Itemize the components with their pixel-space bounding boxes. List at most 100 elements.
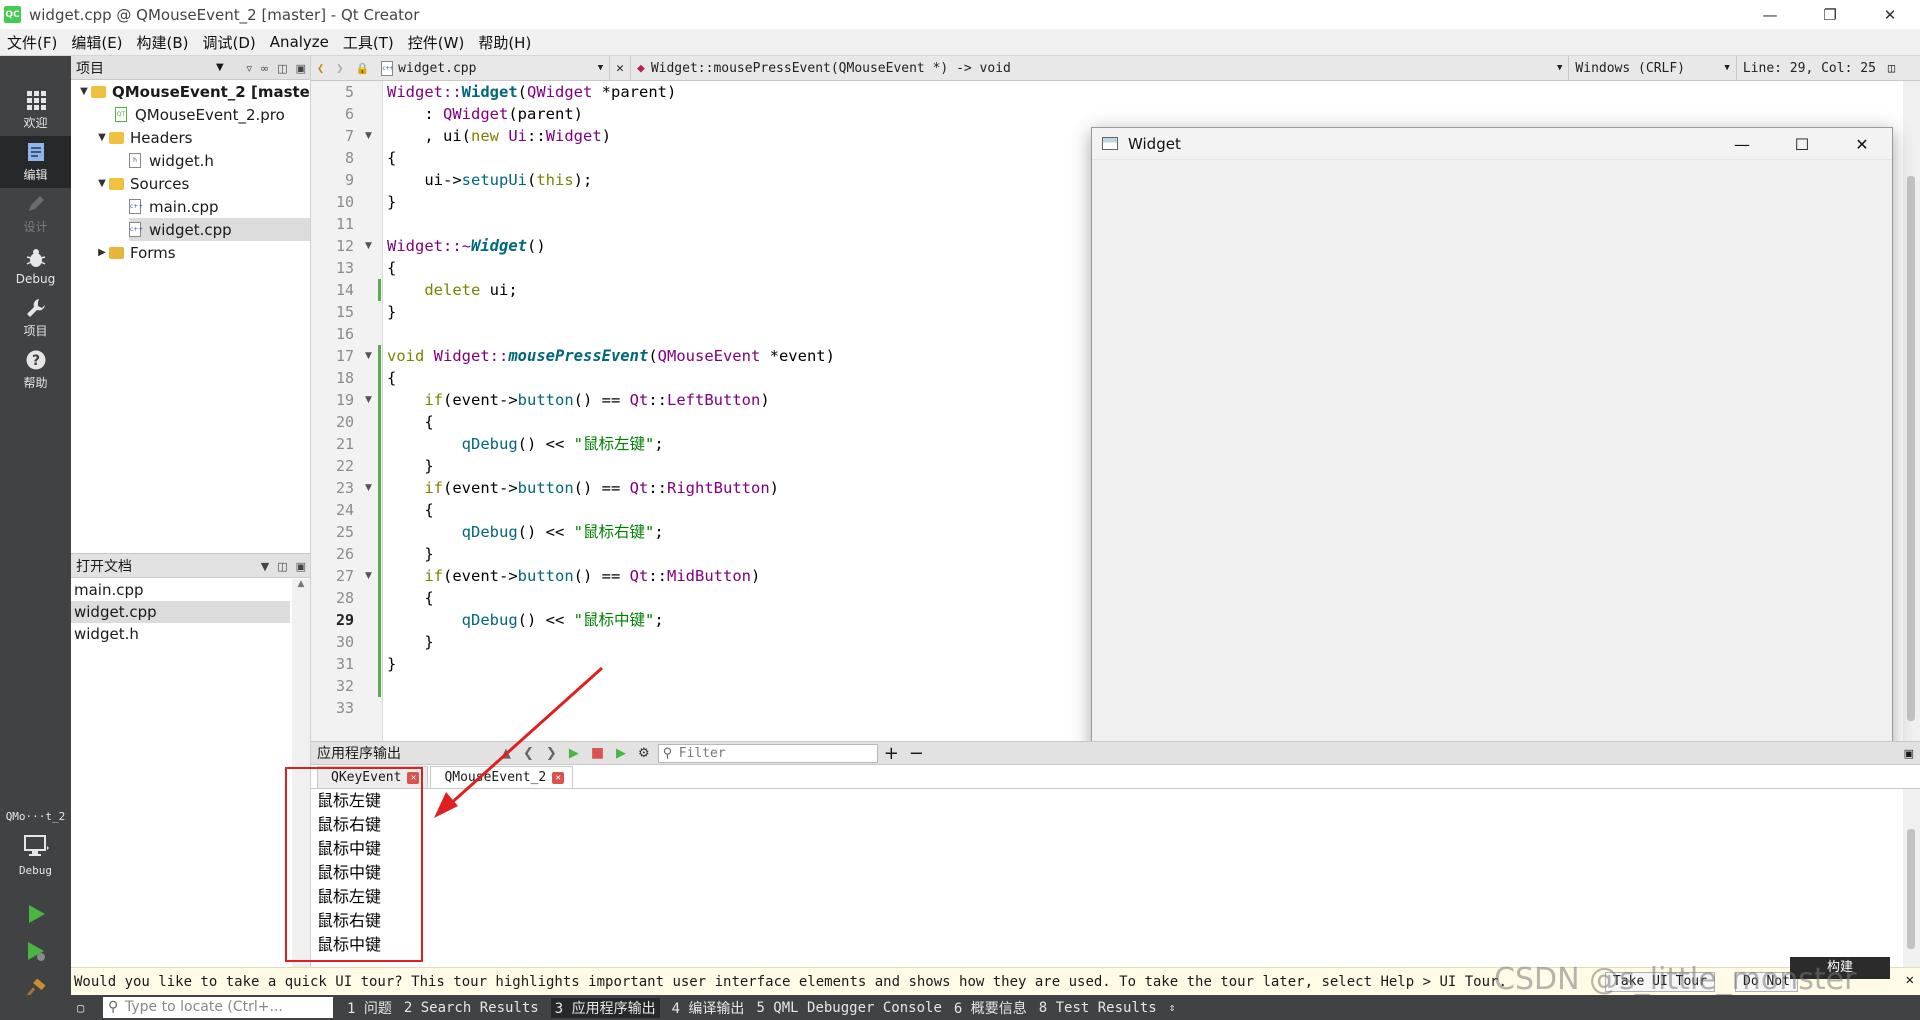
menu-build[interactable]: 构建(B) xyxy=(130,32,196,53)
mode-welcome[interactable]: 欢迎 xyxy=(0,84,71,136)
mode-projects[interactable]: 项目 xyxy=(0,292,71,344)
fold-marker-icon[interactable]: ▼ xyxy=(365,565,372,587)
output-tab-qmouseevent[interactable]: QMouseEvent_2 ✕ xyxy=(430,766,574,788)
close-infobar-icon[interactable]: ✕ xyxy=(1906,972,1914,988)
fold-marker-icon[interactable]: ▼ xyxy=(365,389,372,411)
zoom-in-icon[interactable]: + xyxy=(884,743,899,764)
line-ending-selector[interactable]: Windows (CRLF) xyxy=(1568,55,1718,81)
symbol-selector[interactable]: ◆ Widget::mousePressEvent(QMouseEvent *)… xyxy=(631,56,1551,81)
fold-marker-icon[interactable]: ▼ xyxy=(365,345,372,367)
scroll-up-icon[interactable]: ▲ xyxy=(292,579,310,589)
scrollbar-thumb[interactable] xyxy=(1907,829,1915,949)
tree-folder-headers[interactable]: ▼ Headers xyxy=(95,126,192,149)
menu-analyze[interactable]: Analyze xyxy=(263,33,336,51)
widget-client-area[interactable] xyxy=(1092,161,1892,762)
pane-compile-output[interactable]: 4 编译输出 xyxy=(672,998,745,1018)
code-line-current: qDebug() << "鼠标中键"; xyxy=(461,611,664,629)
menu-tools[interactable]: 工具(T) xyxy=(336,32,401,53)
menu-file[interactable]: 文件(F) xyxy=(0,32,64,53)
restore-button[interactable]: ❐ xyxy=(1800,0,1860,29)
rerun-icon[interactable]: ▶ xyxy=(569,746,579,761)
split-icon[interactable]: ◫ xyxy=(277,62,287,75)
maximize-pane-icon[interactable]: ▣ xyxy=(1904,747,1914,760)
widget-close-button[interactable]: ✕ xyxy=(1832,128,1892,160)
widget-maximize-button[interactable]: ☐ xyxy=(1772,128,1832,160)
tree-item-widget-h[interactable]: h widget.h xyxy=(129,149,214,172)
expand-arrow-icon[interactable]: ▼ xyxy=(95,178,109,189)
doc-item-main-cpp[interactable]: main.cpp xyxy=(71,579,290,601)
tree-item-widget-cpp[interactable]: c++ widget.cpp xyxy=(129,218,310,241)
mode-edit[interactable]: 编辑 xyxy=(0,136,71,188)
locator-input[interactable]: ⚲ Type to locate (Ctrl+... xyxy=(103,997,333,1018)
tree-item-pro[interactable]: QT QMouseEvent_2.pro xyxy=(115,103,285,126)
split-editor-icon[interactable]: ◫ xyxy=(1882,56,1901,81)
chevron-down-icon[interactable]: ▼ xyxy=(1551,56,1568,81)
fold-marker-icon[interactable]: ▼ xyxy=(365,235,372,257)
debug-run-button[interactable] xyxy=(0,934,71,970)
split-icon[interactable]: ◫ xyxy=(277,560,287,573)
pane-more-icon[interactable]: ⇕ xyxy=(1169,1001,1176,1014)
close-panel-icon[interactable]: ▣ xyxy=(296,560,306,573)
tree-item-main-cpp[interactable]: c++ main.cpp xyxy=(129,195,219,218)
zoom-out-icon[interactable]: − xyxy=(909,743,924,764)
forward-icon[interactable]: ❯ xyxy=(330,56,349,81)
mode-label: 设计 xyxy=(23,220,48,234)
link-icon[interactable]: ∞ xyxy=(260,62,269,75)
panel-dropdown-icon[interactable]: ▼ xyxy=(216,62,224,73)
next-icon[interactable]: ❯ xyxy=(546,746,557,761)
widget-minimize-button[interactable]: — xyxy=(1712,128,1772,160)
doc-item-widget-h[interactable]: widget.h xyxy=(71,623,290,645)
file-selector[interactable]: c++ widget.cpp ▼ xyxy=(375,55,611,81)
fold-marker-icon[interactable]: ▼ xyxy=(365,125,372,147)
mode-design[interactable]: 设计 xyxy=(0,188,71,240)
application-output[interactable]: 鼠标左键 鼠标右键 鼠标中键 鼠标中键 鼠标左键 鼠标右键 鼠标中键 xyxy=(311,789,1920,967)
expand-arrow-icon[interactable]: ▼ xyxy=(95,132,109,143)
run-button[interactable] xyxy=(0,896,71,932)
tree-project-root[interactable]: ▼ QMouseEvent_2 [master] xyxy=(77,80,324,103)
panel-dropdown-icon[interactable]: ▼ xyxy=(261,560,269,573)
settings-gear-icon[interactable]: ⚙ xyxy=(638,746,650,761)
attach-icon[interactable]: ▲ xyxy=(501,746,511,761)
code-line: : QWidget(parent) xyxy=(387,105,583,123)
widget-window-titlebar[interactable]: Widget — ☐ ✕ xyxy=(1092,128,1892,160)
collapse-arrow-icon[interactable]: ▶ xyxy=(95,247,109,258)
pane-qml-debugger-console[interactable]: 5 QML Debugger Console xyxy=(756,1000,941,1016)
close-tab-icon[interactable]: ✕ xyxy=(552,771,565,784)
output-scrollbar[interactable] xyxy=(1903,789,1920,967)
pane-application-output[interactable]: 3 应用程序输出 xyxy=(550,997,660,1018)
fold-marker-icon[interactable]: ▼ xyxy=(365,477,372,499)
close-panel-icon[interactable]: ▣ xyxy=(296,62,306,75)
doc-item-widget-cpp[interactable]: widget.cpp xyxy=(71,601,290,623)
folder-icon xyxy=(109,177,124,190)
scrollbar-thumb[interactable] xyxy=(1907,176,1915,721)
pane-issues[interactable]: 1 问题 xyxy=(347,998,392,1018)
close-file-icon[interactable]: ✕ xyxy=(610,55,631,81)
prev-icon[interactable]: ❮ xyxy=(523,746,534,761)
pane-general-messages[interactable]: 6 概要信息 xyxy=(954,998,1027,1018)
expand-arrow-icon[interactable]: ▼ xyxy=(77,86,91,97)
close-button[interactable]: ✕ xyxy=(1860,0,1920,29)
menu-help[interactable]: 帮助(H) xyxy=(471,32,538,53)
filter-icon[interactable]: ▿ xyxy=(246,62,252,75)
menu-edit[interactable]: 编辑(E) xyxy=(64,32,129,53)
folder-icon xyxy=(109,246,124,259)
menu-debug[interactable]: 调试(D) xyxy=(196,32,263,53)
chevron-down-icon[interactable]: ▼ xyxy=(1718,56,1735,81)
mode-debug[interactable]: Debug xyxy=(0,240,71,292)
pane-test-results[interactable]: 8 Test Results xyxy=(1039,1000,1157,1016)
kit-selector[interactable] xyxy=(0,828,71,864)
stop-icon[interactable]: ■ xyxy=(591,745,604,761)
mode-help[interactable]: ? 帮助 xyxy=(0,344,71,396)
back-icon[interactable]: ❮ xyxy=(311,56,330,81)
widget-window[interactable]: Widget — ☐ ✕ xyxy=(1091,127,1893,763)
editor-scrollbar[interactable] xyxy=(1903,81,1920,741)
minimize-button[interactable]: — xyxy=(1740,0,1800,29)
output-filter-input[interactable]: ⚲ Filter xyxy=(657,743,878,763)
tree-folder-sources[interactable]: ▼ Sources xyxy=(95,172,189,195)
cursor-position[interactable]: Line: 29, Col: 25 xyxy=(1735,55,1882,81)
toggle-sidebar-icon[interactable]: ▢ xyxy=(77,1001,84,1015)
pane-search-results[interactable]: 2 Search Results xyxy=(404,1000,539,1016)
debug-attach-icon[interactable]: ▶ xyxy=(616,746,626,761)
tree-folder-forms[interactable]: ▶ Forms xyxy=(95,241,175,264)
menu-controls[interactable]: 控件(W) xyxy=(401,32,472,53)
